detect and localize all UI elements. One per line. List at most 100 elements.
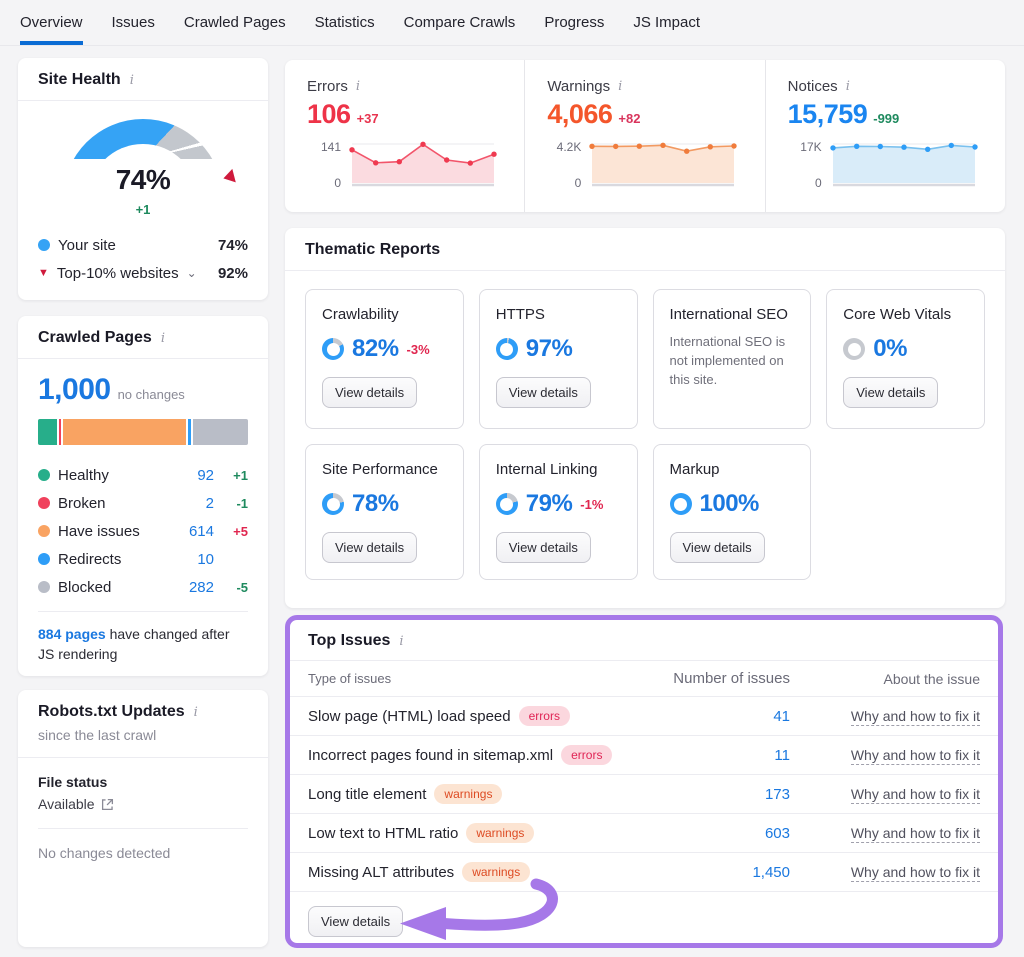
metric-delta: +37 <box>357 111 379 126</box>
severity-badge: warnings <box>466 823 534 843</box>
file-status-link[interactable]: Available <box>38 796 248 812</box>
info-icon[interactable]: i <box>397 635 405 648</box>
pages-row-count[interactable]: 614 <box>168 523 214 540</box>
legend-value: 92% <box>218 265 248 282</box>
tile-note: International SEO is not implemented on … <box>670 333 795 390</box>
table-row: Missing ALT attributes warnings 1,450 Why… <box>290 852 998 891</box>
blocked-dot-icon <box>38 581 50 593</box>
pages-row-delta: -5 <box>222 580 248 595</box>
changed-pages-link[interactable]: 884 pages <box>38 626 106 642</box>
axis-min: 0 <box>334 176 341 190</box>
crawled-pages-card: Crawled Pages i 1,000no changes Healthy … <box>18 316 268 676</box>
crawled-total-note: no changes <box>118 387 185 402</box>
crawled-total: 1,000 <box>38 373 111 406</box>
pages-row-delta: +5 <box>222 524 248 539</box>
tile-title: International SEO <box>670 306 795 323</box>
metric-notices: Noticesi 15,759-999 17K0 <box>765 60 1005 212</box>
tab-js-impact[interactable]: JS Impact <box>633 0 700 45</box>
metric-value[interactable]: 106 <box>307 99 351 130</box>
tile-title: Core Web Vitals <box>843 306 968 323</box>
pages-row-healthy: Healthy 92 +1 <box>38 461 248 489</box>
tab-compare-crawls[interactable]: Compare Crawls <box>404 0 516 45</box>
pages-row-count[interactable]: 92 <box>168 467 214 484</box>
pages-row-count[interactable]: 2 <box>168 495 214 512</box>
top-tab-bar: Overview Issues Crawled Pages Statistics… <box>0 0 1024 46</box>
have-issues-dot-icon <box>38 525 50 537</box>
info-icon[interactable]: i <box>192 706 200 719</box>
issue-label: Missing ALT attributes <box>308 864 454 881</box>
table-row: Low text to HTML ratiowarnings 603 Why a… <box>290 813 998 852</box>
table-row: Slow page (HTML) load speederrors 41 Why… <box>290 696 998 735</box>
robots-empty-text: No changes detected <box>38 845 248 861</box>
tab-progress[interactable]: Progress <box>544 0 604 45</box>
metric-label: Notices <box>788 78 838 95</box>
redirects-dot-icon <box>38 553 50 565</box>
fix-link[interactable]: Why and how to fix it <box>851 864 980 882</box>
tab-crawled-pages[interactable]: Crawled Pages <box>184 0 286 45</box>
tile-delta: -3% <box>407 342 430 357</box>
fix-link[interactable]: Why and how to fix it <box>851 747 980 765</box>
view-details-button[interactable]: View details <box>496 532 591 563</box>
pages-row-count[interactable]: 10 <box>168 551 214 568</box>
tile-internal-linking: Internal Linking 79%-1% View details <box>479 444 638 580</box>
view-details-button[interactable]: View details <box>322 532 417 563</box>
file-status-value: Available <box>38 796 95 812</box>
progress-ring-icon <box>322 338 344 360</box>
legend-value: 74% <box>218 237 248 254</box>
pages-bar-segment <box>63 419 186 445</box>
tile-markup: Markup 100% View details <box>653 444 812 580</box>
issue-count[interactable]: 11 <box>650 747 790 764</box>
errors-sparkline: 141 0 <box>307 138 508 190</box>
info-icon[interactable]: i <box>159 332 167 345</box>
col-about-the-issue: About the issue <box>790 671 980 687</box>
fix-link[interactable]: Why and how to fix it <box>851 708 980 726</box>
info-icon[interactable]: i <box>128 74 136 87</box>
view-details-button[interactable]: View details <box>670 532 765 563</box>
table-row: Long title elementwarnings 173 Why and h… <box>290 774 998 813</box>
tile-core-web-vitals: Core Web Vitals 0% View details <box>826 289 985 429</box>
axis-max: 141 <box>321 140 341 154</box>
tile-score: 78% <box>352 490 399 518</box>
view-details-button[interactable]: View details <box>496 377 591 408</box>
issue-label: Incorrect pages found in sitemap.xml <box>308 747 553 764</box>
pages-row-label: Broken <box>58 495 106 512</box>
tab-issues[interactable]: Issues <box>112 0 155 45</box>
your-site-dot-icon <box>38 239 50 251</box>
info-icon[interactable]: i <box>354 80 362 93</box>
tile-score: 82% <box>352 335 399 363</box>
info-icon[interactable]: i <box>616 80 624 93</box>
pages-row-count[interactable]: 282 <box>168 579 214 596</box>
top-issues-view-details-button[interactable]: View details <box>308 906 403 937</box>
issue-count[interactable]: 603 <box>650 825 790 842</box>
view-details-button[interactable]: View details <box>843 377 938 408</box>
pages-row-redirects: Redirects 10 <box>38 545 248 573</box>
view-details-button[interactable]: View details <box>322 377 417 408</box>
metric-delta: -999 <box>873 111 899 126</box>
tile-https: HTTPS 97% View details <box>479 289 638 429</box>
tab-statistics[interactable]: Statistics <box>315 0 375 45</box>
chevron-down-icon[interactable]: ⌄ <box>187 266 197 280</box>
tab-overview[interactable]: Overview <box>20 0 83 45</box>
fix-link[interactable]: Why and how to fix it <box>851 825 980 843</box>
fix-link[interactable]: Why and how to fix it <box>851 786 980 804</box>
pages-bar <box>38 419 248 445</box>
issue-count[interactable]: 1,450 <box>650 864 790 881</box>
tile-score: 100% <box>700 490 759 518</box>
sparkline-chart <box>587 138 739 190</box>
pages-bar-segment <box>193 419 248 445</box>
axis-min: 0 <box>575 176 582 190</box>
tile-score: 0% <box>873 335 907 363</box>
legend-your-site: Your site 74% <box>38 231 248 259</box>
file-status-label: File status <box>38 774 248 790</box>
info-icon[interactable]: i <box>844 80 852 93</box>
metric-value[interactable]: 15,759 <box>788 99 868 130</box>
metrics-card: Errorsi 106+37 1410 Warningsi 4,066+82 4… <box>285 60 1005 212</box>
severity-badge: warnings <box>462 862 530 882</box>
issue-count[interactable]: 41 <box>650 708 790 725</box>
issue-count[interactable]: 173 <box>650 786 790 803</box>
external-link-icon <box>101 798 114 811</box>
legend-top10-websites: ▼ Top-10% websites ⌄ 92% <box>38 259 248 287</box>
metric-value[interactable]: 4,066 <box>547 99 612 130</box>
healthy-dot-icon <box>38 469 50 481</box>
progress-ring-icon <box>496 493 518 515</box>
